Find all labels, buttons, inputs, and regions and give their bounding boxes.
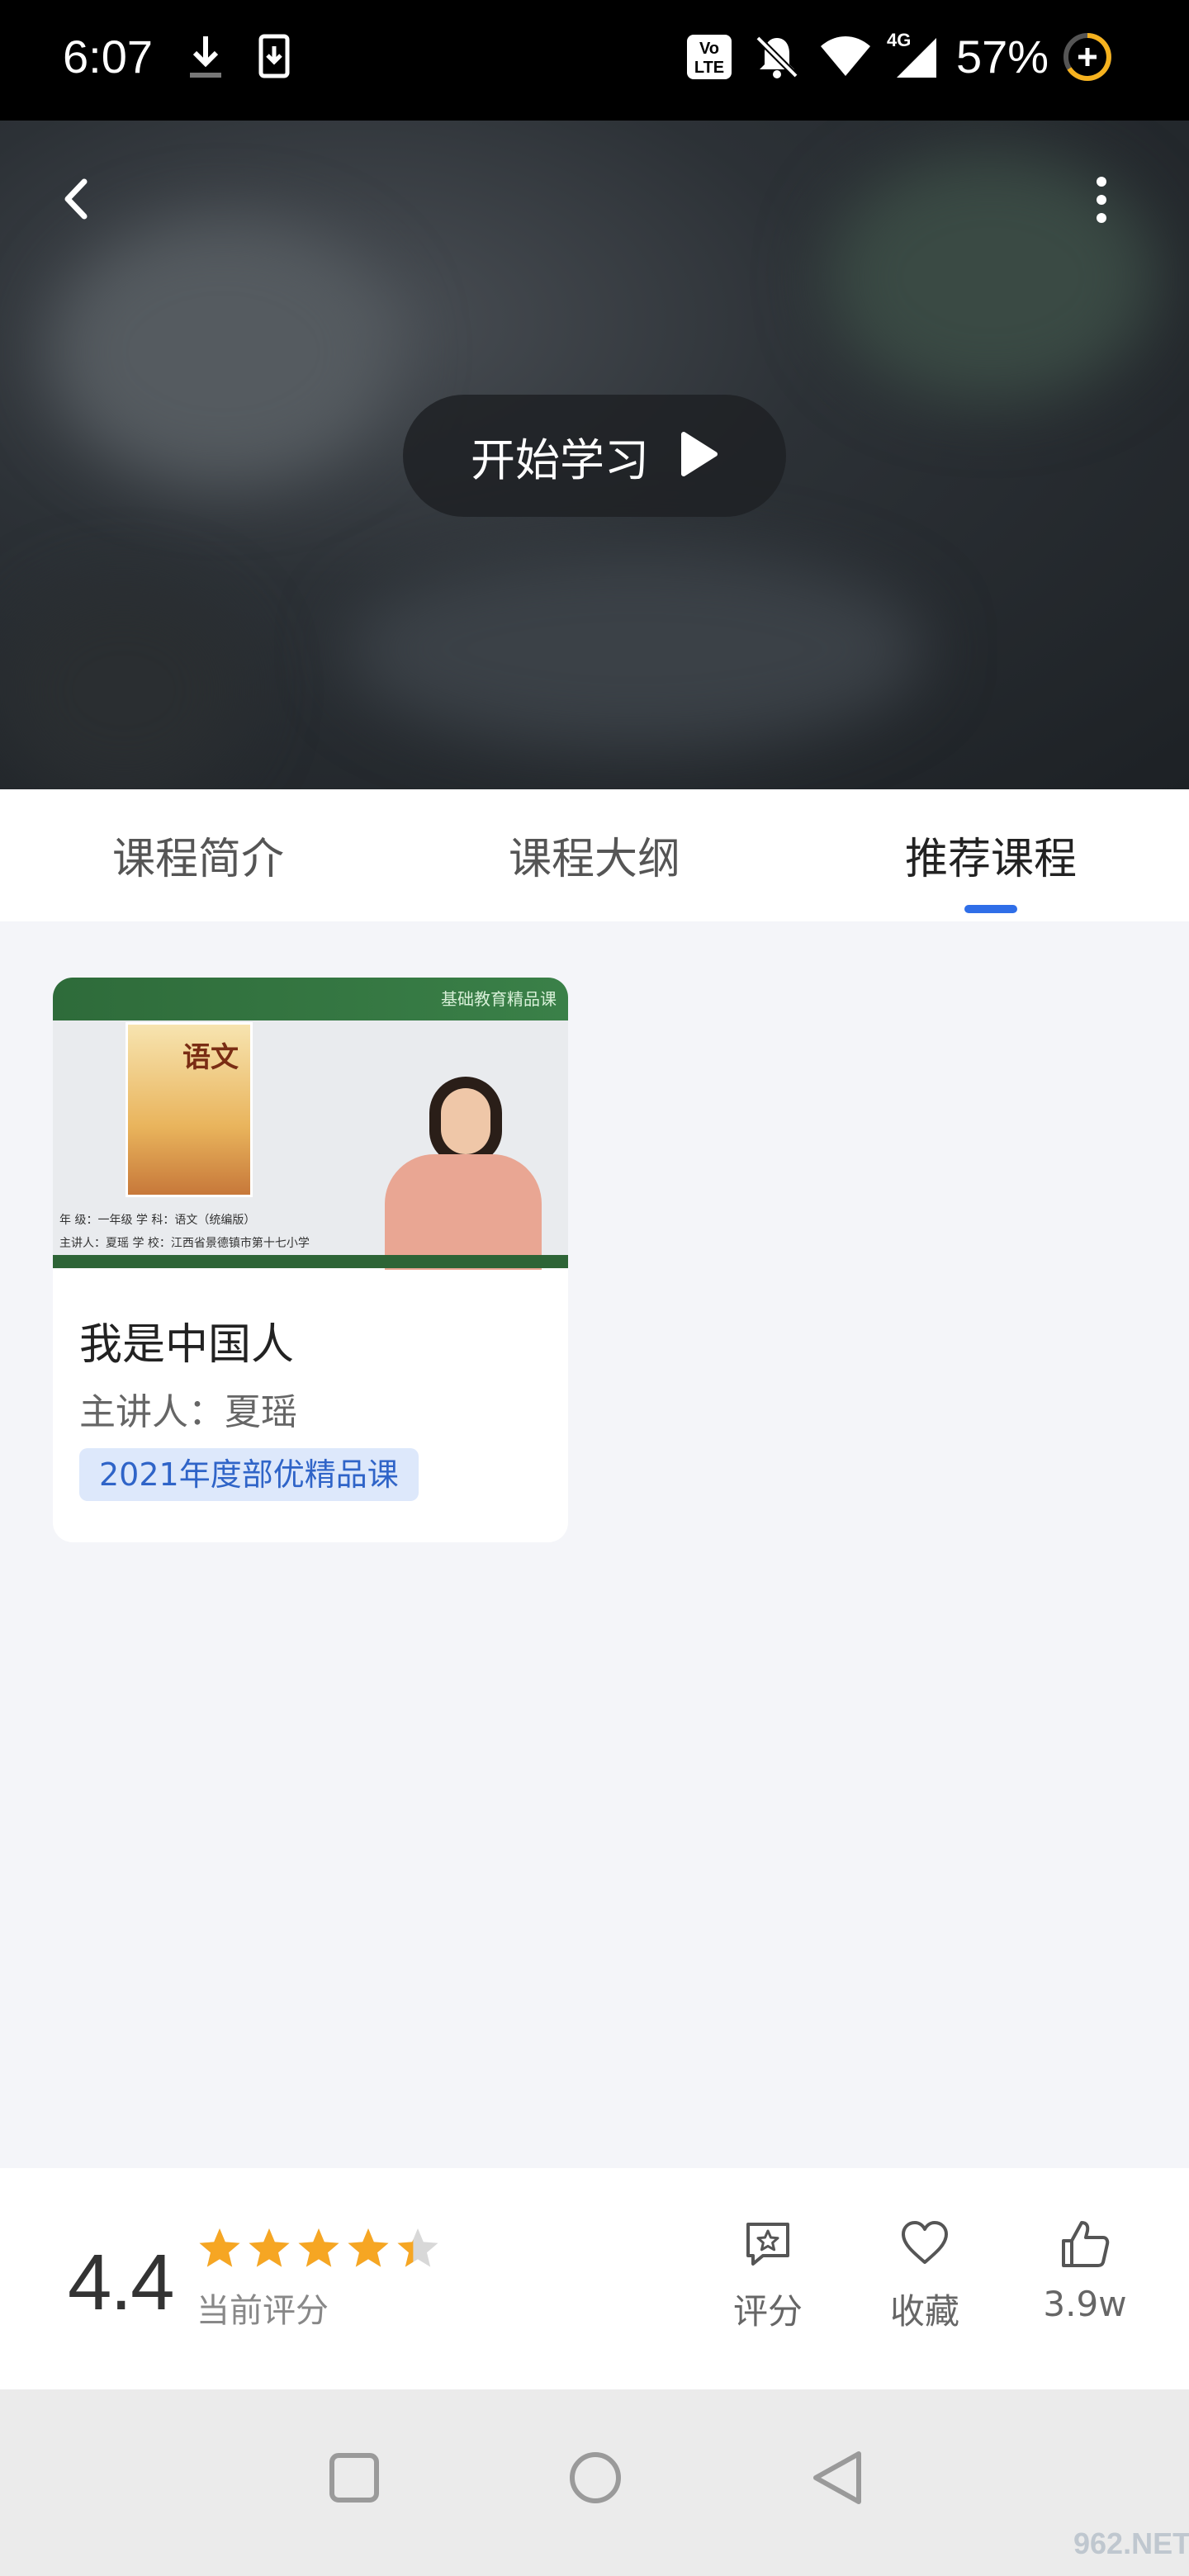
favorite-button[interactable]: 收藏 <box>859 2218 991 2334</box>
play-icon <box>679 431 718 481</box>
battery-saver-icon <box>1062 31 1113 86</box>
rate-icon <box>741 2223 794 2274</box>
star-icon <box>397 2228 438 2267</box>
thumbnail-info: 年 级：一年级 学 科：语文（统编版） 主讲人：夏瑶 学 校：江西省景德镇市第十… <box>59 1209 310 1255</box>
recent-apps-button[interactable] <box>325 2449 383 2510</box>
course-badge: 2021年度部优精品课 <box>79 1448 419 1501</box>
tab-course-intro[interactable]: 课程简介 <box>50 824 347 886</box>
teacher-figure <box>385 1154 542 1270</box>
status-time: 6:07 <box>63 31 153 83</box>
start-learning-label: 开始学习 <box>471 433 649 486</box>
star-icon <box>298 2228 339 2267</box>
thumbnail-info-line: 主讲人：夏瑶 学 校：江西省景德镇市第十七小学 <box>59 1237 310 1250</box>
like-count: 3.9w <box>1043 2284 1127 2324</box>
svg-text:4G: 4G <box>887 30 911 50</box>
course-tabs: 课程简介 课程大纲 推荐课程 <box>0 789 1189 921</box>
more-options-button[interactable] <box>1078 162 1125 236</box>
status-bar: 6:07 Vo LTE 4G 57% <box>0 0 1189 121</box>
favorite-label: 收藏 <box>889 2291 959 2332</box>
battery-percentage: 57% <box>956 31 1049 83</box>
rating-label: 当前评分 <box>197 2292 329 2330</box>
video-player[interactable]: 开始学习 <box>0 121 1189 789</box>
active-tab-indicator <box>964 905 1017 913</box>
star-icon <box>249 2228 290 2267</box>
start-learning-button[interactable]: 开始学习 <box>403 395 786 517</box>
rating-stars <box>197 2226 441 2271</box>
thumbs-up-icon <box>1059 2221 1111 2274</box>
wifi-icon <box>819 33 872 83</box>
course-title: 我是中国人 <box>79 1320 295 1370</box>
back-button[interactable] <box>50 162 107 236</box>
svg-text:LTE: LTE <box>694 59 724 77</box>
volte-icon: Vo LTE <box>685 33 733 84</box>
course-teacher: 主讲人：夏瑶 <box>79 1391 297 1433</box>
thumbnail-header: 基础教育精品课 <box>53 978 568 1020</box>
watermark-logo: 962.NET <box>1073 2526 1189 2560</box>
svg-text:Vo: Vo <box>699 40 719 58</box>
like-button[interactable]: 3.9w <box>1019 2218 1151 2324</box>
star-icon <box>348 2228 389 2267</box>
signal-4g-icon: 4G <box>885 28 940 84</box>
course-card[interactable]: 基础教育精品课 语文 年 级：一年级 学 科：语文（统编版） 主讲人：夏瑶 学 … <box>53 978 568 1542</box>
tab-course-outline[interactable]: 课程大纲 <box>446 824 743 886</box>
thumbnail-footer <box>53 1255 568 1268</box>
textbook-title: 语文 <box>182 1041 239 1074</box>
bottom-action-bar: 4.4 当前评分 评分 收藏 3.9w <box>0 2168 1189 2389</box>
thumbnail-brand: 基础教育精品课 <box>441 989 557 1009</box>
heart-icon <box>898 2221 951 2274</box>
sim-icon <box>258 33 291 83</box>
star-icon <box>199 2228 240 2267</box>
textbook-cover: 语文 <box>126 1022 253 1197</box>
rating-score: 4.4 <box>68 2238 174 2327</box>
download-icon <box>187 33 225 86</box>
rate-button[interactable]: 评分 <box>702 2218 834 2334</box>
bell-off-icon <box>753 33 801 84</box>
teacher-face <box>441 1088 490 1154</box>
home-button[interactable] <box>566 2449 624 2510</box>
thumbnail-info-line: 年 级：一年级 学 科：语文（统编版） <box>59 1214 256 1227</box>
system-nav-bar <box>0 2389 1189 2576</box>
back-nav-button[interactable] <box>809 2449 867 2510</box>
rate-label: 评分 <box>732 2291 803 2332</box>
course-thumbnail: 基础教育精品课 语文 年 级：一年级 学 科：语文（统编版） 主讲人：夏瑶 学 … <box>53 978 568 1270</box>
tab-recommended-courses[interactable]: 推荐课程 <box>842 824 1139 886</box>
